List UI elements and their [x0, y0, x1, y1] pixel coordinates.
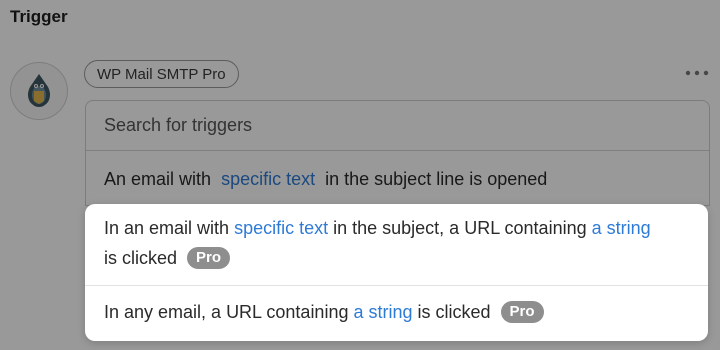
option-text: is clicked — [104, 247, 178, 268]
option-text: In any email, a URL containing — [104, 301, 349, 322]
pro-badge: Pro — [187, 247, 231, 269]
trigger-option-url-any-email[interactable]: In any email, a URL containing a string … — [85, 286, 708, 341]
option-text: is clicked — [417, 301, 491, 322]
option-link: a string — [591, 218, 651, 238]
pro-triggers-card: In an email with specific text in the su… — [85, 204, 708, 341]
trigger-option-url-specific-text[interactable]: In an email with specific text in the su… — [85, 204, 708, 285]
pro-badge: Pro — [500, 301, 544, 323]
option-link: a string — [353, 301, 413, 322]
option-link: specific text — [234, 218, 329, 238]
option-text: In an email with — [104, 218, 230, 238]
option-text: in the subject, a URL containing — [333, 218, 587, 238]
